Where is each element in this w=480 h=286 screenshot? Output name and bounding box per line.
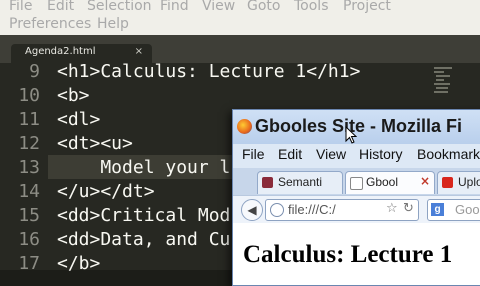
firefox-logo-icon bbox=[237, 119, 252, 134]
line-number: 10 bbox=[18, 85, 40, 106]
search-box[interactable]: g Goo bbox=[427, 199, 480, 221]
code-line[interactable]: </u></dt> bbox=[57, 181, 155, 203]
google-icon: g bbox=[431, 203, 444, 216]
code-line[interactable]: Model your l bbox=[57, 157, 230, 179]
reload-icon[interactable]: ↻ bbox=[403, 201, 414, 216]
page-icon bbox=[350, 177, 363, 190]
code-line[interactable]: <b> bbox=[57, 85, 90, 107]
line-number: 13 bbox=[18, 157, 40, 178]
tab-label: Semanti bbox=[278, 175, 323, 189]
close-icon[interactable]: × bbox=[135, 46, 143, 57]
line-number-gutter: 9 10 11 12 13 14 15 16 17 bbox=[0, 61, 48, 274]
editor-menubar: File Edit Selection Find View Goto Tools… bbox=[0, 0, 480, 35]
code-line[interactable]: </b> bbox=[57, 253, 100, 275]
url-bar[interactable]: file:///C:/ ☆ ↻ bbox=[265, 199, 419, 221]
tab-label: Uplo bbox=[458, 175, 480, 189]
line-number: 16 bbox=[18, 229, 40, 250]
tab-favicon-icon bbox=[262, 177, 273, 188]
firefox-navbar: ◀ file:///C:/ ☆ ↻ g Goo bbox=[233, 195, 480, 224]
ff-menu-edit[interactable]: Edit bbox=[278, 146, 302, 162]
line-number: 14 bbox=[18, 181, 40, 202]
ff-menu-file[interactable]: File bbox=[242, 146, 265, 162]
tab-upload[interactable]: Uplo bbox=[437, 171, 480, 194]
menu-view[interactable]: View bbox=[202, 0, 235, 14]
youtube-icon bbox=[442, 177, 453, 188]
code-line[interactable]: <dd>Critical Mod bbox=[57, 205, 230, 227]
code-line[interactable]: <dd>Data, and Cu bbox=[57, 229, 230, 251]
tab-gbooles[interactable]: Gbool × bbox=[345, 171, 435, 194]
line-number: 12 bbox=[18, 133, 40, 154]
page-heading: Calculus: Lecture 1 bbox=[243, 241, 453, 268]
code-line[interactable]: <h1>Calculus: Lecture 1</h1> bbox=[57, 61, 360, 83]
firefox-tabstrip: Semanti Gbool × Uplo bbox=[233, 168, 480, 195]
tab-semantic[interactable]: Semanti bbox=[257, 171, 343, 194]
globe-icon bbox=[270, 203, 284, 217]
code-line[interactable]: <dl> bbox=[57, 109, 100, 131]
ff-menu-view[interactable]: View bbox=[316, 146, 346, 162]
line-number: 9 bbox=[29, 61, 40, 82]
code-line[interactable]: <dt><u> bbox=[57, 133, 133, 155]
menu-project[interactable]: Project bbox=[343, 0, 391, 14]
ff-menu-history[interactable]: History bbox=[359, 146, 403, 162]
firefox-menubar: File Edit View History Bookmark bbox=[233, 144, 480, 168]
ff-menu-bookmarks[interactable]: Bookmark bbox=[417, 146, 480, 162]
menu-file[interactable]: File bbox=[9, 0, 32, 14]
search-placeholder: Goo bbox=[455, 202, 480, 217]
editor-tab-label: Agenda2.html bbox=[25, 46, 96, 57]
menu-help[interactable]: Help bbox=[97, 17, 129, 32]
line-number: 15 bbox=[18, 205, 40, 226]
menu-selection[interactable]: Selection bbox=[87, 0, 152, 14]
menu-tools[interactable]: Tools bbox=[294, 0, 329, 14]
line-number: 17 bbox=[18, 253, 40, 274]
line-number: 11 bbox=[18, 109, 40, 130]
mouse-cursor-icon bbox=[345, 126, 357, 144]
window-title: Gbooles Site - Mozilla Fi bbox=[255, 116, 463, 136]
page-content: Calculus: Lecture 1 bbox=[233, 223, 480, 285]
menu-preferences[interactable]: Preferences bbox=[9, 17, 91, 32]
url-text: file:///C:/ bbox=[288, 202, 336, 217]
bookmark-star-icon[interactable]: ☆ bbox=[386, 201, 398, 216]
tab-label: Gbool bbox=[366, 175, 399, 189]
menu-goto[interactable]: Goto bbox=[247, 0, 280, 14]
menu-edit[interactable]: Edit bbox=[47, 0, 74, 14]
close-icon[interactable]: × bbox=[420, 174, 430, 188]
back-button[interactable]: ◀ bbox=[241, 199, 263, 221]
menu-find[interactable]: Find bbox=[160, 0, 189, 14]
